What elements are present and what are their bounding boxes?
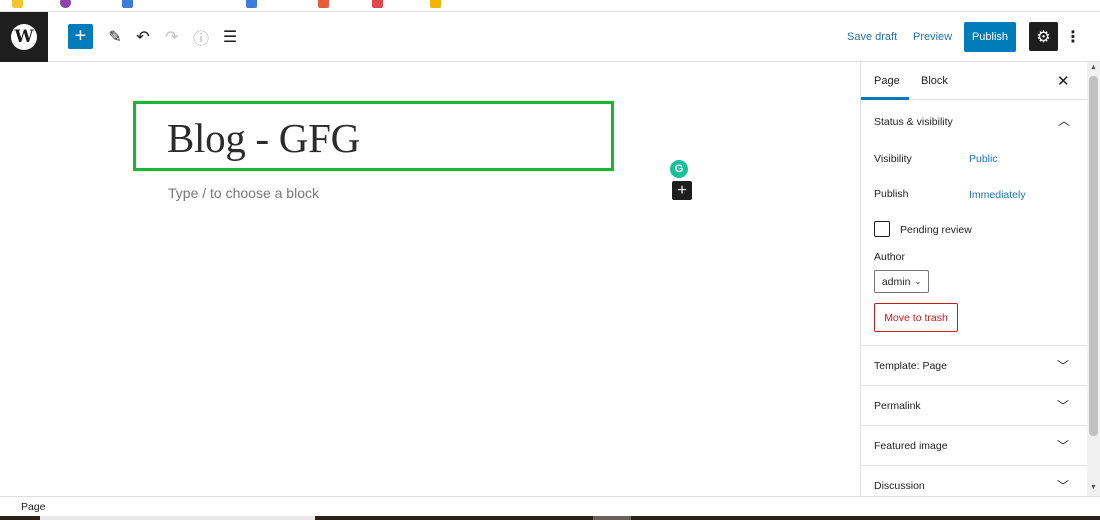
list-view-icon: ☰ — [222, 29, 238, 46]
block-inserter-button[interactable]: + — [672, 181, 692, 200]
close-icon: ✕ — [1057, 73, 1070, 90]
bookmark-icon — [122, 0, 133, 8]
author-select[interactable]: admin ⌄ — [874, 270, 929, 293]
scroll-up-arrow[interactable]: ▲ — [1090, 64, 1097, 71]
add-block-button[interactable]: + — [68, 24, 93, 49]
block-placeholder[interactable]: Type / to choose a block — [168, 185, 319, 201]
list-view-button[interactable]: ☰ — [219, 24, 241, 50]
editor-canvas: Blog - GFG Type / to choose a block G + — [0, 62, 860, 496]
pending-review-label[interactable]: Pending review — [900, 224, 972, 236]
grammarly-icon[interactable]: G — [670, 160, 688, 178]
move-to-trash-button[interactable]: Move to trash — [874, 303, 958, 332]
status-visibility-panel: Status & visibility ︿ Visibility Public … — [861, 100, 1088, 346]
chevron-down-icon: ﹀ — [1057, 359, 1070, 373]
author-value: admin — [881, 275, 911, 288]
bookmark-icon — [430, 0, 441, 8]
pending-review-checkbox[interactable] — [874, 221, 890, 237]
publish-date-link[interactable]: Immediately — [969, 189, 1026, 201]
folder-icon — [12, 0, 23, 8]
bookmark-item[interactable] — [12, 0, 23, 9]
tab-page[interactable]: Page — [874, 75, 900, 87]
wordpress-logo-button[interactable]: W — [0, 12, 48, 62]
bookmark-item[interactable] — [372, 0, 383, 9]
bookmark-icon — [246, 0, 257, 8]
scroll-down-arrow[interactable]: ▼ — [1090, 484, 1097, 491]
undo-icon: ↶ — [136, 29, 150, 46]
chevron-down-icon: ﹀ — [1057, 479, 1070, 493]
info-icon: ⓘ — [192, 31, 209, 48]
bookmark-item[interactable] — [430, 0, 441, 9]
bookmark-item[interactable] — [122, 0, 133, 9]
panel-permalink[interactable]: Permalink ﹀ — [861, 386, 1088, 426]
sidebar-scrollbar[interactable]: ▲ ▼ — [1087, 62, 1100, 496]
publish-button[interactable]: Publish — [964, 22, 1016, 52]
panel-title: Featured image — [874, 440, 948, 452]
os-taskbar — [0, 516, 1100, 520]
more-vertical-icon: ⋮ — [1065, 29, 1081, 46]
bookmark-item[interactable] — [246, 0, 257, 9]
tab-block[interactable]: Block — [921, 75, 948, 87]
taskbar-segment — [40, 516, 315, 520]
bookmark-icon — [372, 0, 383, 8]
author-label: Author — [874, 251, 905, 263]
editor-footer: Page — [0, 496, 1100, 516]
bookmark-item[interactable] — [60, 0, 71, 9]
redo-icon: ↷ — [165, 29, 179, 46]
gear-icon: ⚙ — [1036, 28, 1051, 46]
edit-tools-button[interactable]: ✎ — [104, 24, 126, 50]
chevron-down-icon: ﹀ — [1057, 399, 1070, 413]
editor-header: W + ✎ ↶ ↷ ⓘ ☰ Save draft Preview Publish… — [0, 12, 1100, 62]
close-sidebar-button[interactable]: ✕ — [1057, 72, 1070, 90]
taskbar-segment — [593, 516, 631, 520]
panel-title: Template: Page — [874, 360, 947, 372]
bookmark-icon — [60, 0, 71, 8]
panel-template[interactable]: Template: Page ﹀ — [861, 346, 1088, 386]
sidebar-tabs: Page Block ✕ — [861, 62, 1088, 100]
details-button[interactable]: ⓘ — [190, 24, 212, 50]
block-breadcrumb[interactable]: Page — [21, 501, 46, 513]
save-draft-button[interactable]: Save draft — [847, 31, 897, 43]
browser-bookmarks-bar — [0, 0, 1100, 12]
settings-sidebar: Page Block ✕ Status & visibility ︿ Visib… — [860, 62, 1088, 496]
panel-title: Discussion — [874, 480, 925, 492]
bookmark-item[interactable] — [318, 0, 329, 9]
options-menu-button[interactable]: ⋮ — [1065, 26, 1081, 48]
preview-button[interactable]: Preview — [913, 31, 952, 43]
chevron-down-icon: ﹀ — [1057, 439, 1070, 453]
publish-label: Publish — [874, 188, 909, 200]
post-title[interactable]: Blog - GFG — [167, 114, 360, 162]
bookmark-icon — [318, 0, 329, 8]
status-visibility-toggle[interactable]: Status & visibility — [874, 116, 953, 128]
redo-button[interactable]: ↷ — [161, 24, 183, 50]
scrollbar-thumb[interactable] — [1089, 76, 1098, 436]
chevron-up-icon[interactable]: ︿ — [1058, 112, 1070, 129]
panel-title: Permalink — [874, 400, 921, 412]
panel-featured-image[interactable]: Featured image ﹀ — [861, 426, 1088, 466]
chevron-down-icon: ⌄ — [914, 277, 922, 286]
pencil-icon: ✎ — [108, 29, 122, 46]
visibility-value-link[interactable]: Public — [969, 153, 998, 165]
wordpress-icon: W — [11, 24, 37, 50]
undo-button[interactable]: ↶ — [132, 24, 154, 50]
settings-button[interactable]: ⚙ — [1029, 22, 1058, 51]
visibility-label: Visibility — [874, 153, 912, 165]
